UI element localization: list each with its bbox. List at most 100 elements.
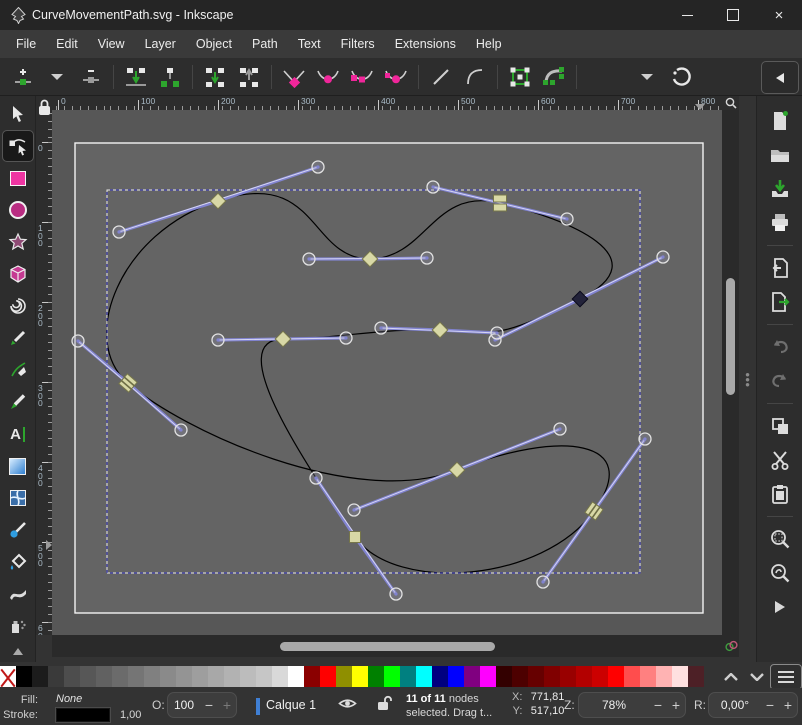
palette-swatch[interactable] (688, 666, 704, 687)
rotation-decrease-button[interactable]: − (761, 697, 779, 713)
tool-selector[interactable] (3, 99, 33, 129)
open-document-icon[interactable] (763, 140, 797, 170)
collapse-dock-button[interactable] (761, 61, 799, 94)
break-nodes-button[interactable] (153, 62, 187, 92)
tool-paint-bucket[interactable] (3, 547, 33, 577)
menu-extensions[interactable]: Extensions (385, 32, 466, 56)
import-icon[interactable] (763, 253, 797, 283)
delete-segment-button[interactable] (232, 62, 266, 92)
palette-swatch[interactable] (656, 666, 672, 687)
ruler-lock-icon[interactable] (38, 98, 51, 117)
object-to-path-button[interactable] (503, 62, 537, 92)
palette-swatch[interactable] (0, 666, 16, 687)
tool-dropper[interactable] (3, 515, 33, 545)
rotation-field[interactable]: 0,00° − + (708, 692, 798, 718)
palette-swatch[interactable] (272, 666, 288, 687)
palette-swatch[interactable] (624, 666, 640, 687)
join-segment-button[interactable] (198, 62, 232, 92)
palette-swatch[interactable] (224, 666, 240, 687)
symmetric-node-button[interactable] (345, 62, 379, 92)
fill-value[interactable]: None (56, 693, 82, 705)
menu-object[interactable]: Object (186, 32, 242, 56)
stroke-swatch[interactable] (56, 708, 110, 722)
palette-scroll-down[interactable] (744, 666, 770, 688)
palette-swatch[interactable] (112, 666, 128, 687)
dock-resize-grip[interactable]: ••• (739, 96, 756, 662)
palette-swatch[interactable] (368, 666, 384, 687)
vertical-scrollbar-thumb[interactable] (726, 278, 735, 395)
zoom-decrease-button[interactable]: − (649, 697, 667, 713)
smooth-node-button[interactable] (311, 62, 345, 92)
maximize-button[interactable] (710, 0, 756, 30)
insert-node-dropdown[interactable] (40, 62, 74, 92)
rotation-increase-button[interactable]: + (779, 697, 797, 713)
horizontal-scrollbar[interactable] (52, 635, 722, 657)
zoom-value[interactable]: 78% (579, 698, 649, 712)
menu-view[interactable]: View (88, 32, 135, 56)
palette-swatch[interactable] (144, 666, 160, 687)
palette-swatch[interactable] (336, 666, 352, 687)
print-icon[interactable] (763, 208, 797, 238)
tool-rectangle[interactable] (3, 163, 33, 193)
palette-swatch[interactable] (432, 666, 448, 687)
tool-box3d[interactable] (3, 259, 33, 289)
coord-dropdown[interactable] (630, 62, 664, 92)
canvas[interactable] (52, 110, 722, 635)
paste-icon[interactable] (763, 479, 797, 509)
zoom-increase-button[interactable]: + (667, 697, 685, 713)
insert-node-button[interactable] (6, 62, 40, 92)
zoom-drawing-icon[interactable] (763, 558, 797, 588)
palette-menu-icon[interactable] (770, 664, 802, 690)
palette-swatch[interactable] (352, 666, 368, 687)
menu-file[interactable]: File (6, 32, 46, 56)
minimize-button[interactable] (664, 0, 710, 30)
opacity-field[interactable]: 100 − + (167, 692, 237, 718)
menu-text[interactable]: Text (288, 32, 331, 56)
duplicate-icon[interactable] (763, 411, 797, 441)
tool-star[interactable] (3, 227, 33, 257)
palette-swatch[interactable] (256, 666, 272, 687)
palette-swatch[interactable] (464, 666, 480, 687)
layer-lock-icon[interactable] (376, 695, 393, 711)
tool-text[interactable]: A (3, 419, 33, 449)
auto-smooth-node-button[interactable] (379, 62, 413, 92)
h-ruler[interactable]: 0100200300400500600700800 (52, 96, 722, 111)
palette-swatch[interactable] (208, 666, 224, 687)
new-document-icon[interactable] (763, 106, 797, 136)
palette-swatch[interactable] (416, 666, 432, 687)
toolbox-scroll-up[interactable] (3, 643, 33, 659)
zoom-corner-button[interactable] (722, 96, 739, 110)
join-nodes-button[interactable] (119, 62, 153, 92)
palette-swatch[interactable] (560, 666, 576, 687)
menu-filters[interactable]: Filters (331, 32, 385, 56)
palette-swatch[interactable] (496, 666, 512, 687)
opacity-value[interactable]: 100 (168, 698, 200, 712)
layer-name[interactable]: Calque 1 (266, 698, 316, 712)
palette-swatch[interactable] (160, 666, 176, 687)
menu-edit[interactable]: Edit (46, 32, 88, 56)
export-icon[interactable] (763, 287, 797, 317)
corner-node-button[interactable] (277, 62, 311, 92)
palette-swatch[interactable] (48, 666, 64, 687)
delete-node-button[interactable] (74, 62, 108, 92)
tool-pen[interactable] (3, 355, 33, 385)
tool-calligraphy[interactable] (3, 387, 33, 417)
opacity-increase-button[interactable]: + (218, 697, 236, 713)
stroke-to-path-button[interactable] (537, 62, 571, 92)
vertical-scrollbar[interactable] (722, 110, 739, 635)
palette-swatch[interactable] (288, 666, 304, 687)
palette-swatch[interactable] (480, 666, 496, 687)
tool-pencil[interactable] (3, 323, 33, 353)
palette-swatch[interactable] (304, 666, 320, 687)
palette-swatch[interactable] (640, 666, 656, 687)
tool-spiral[interactable] (3, 291, 33, 321)
v-ruler[interactable]: 01 0 02 0 03 0 04 0 05 0 06 0 0 (36, 110, 53, 635)
tool-ellipse[interactable] (3, 195, 33, 225)
palette-swatch[interactable] (96, 666, 112, 687)
curve-segment-button[interactable] (458, 62, 492, 92)
palette-swatch[interactable] (528, 666, 544, 687)
line-segment-button[interactable] (424, 62, 458, 92)
palette-swatch[interactable] (320, 666, 336, 687)
layer-visibility-icon[interactable] (338, 696, 357, 711)
tool-node-editor[interactable] (3, 131, 33, 161)
